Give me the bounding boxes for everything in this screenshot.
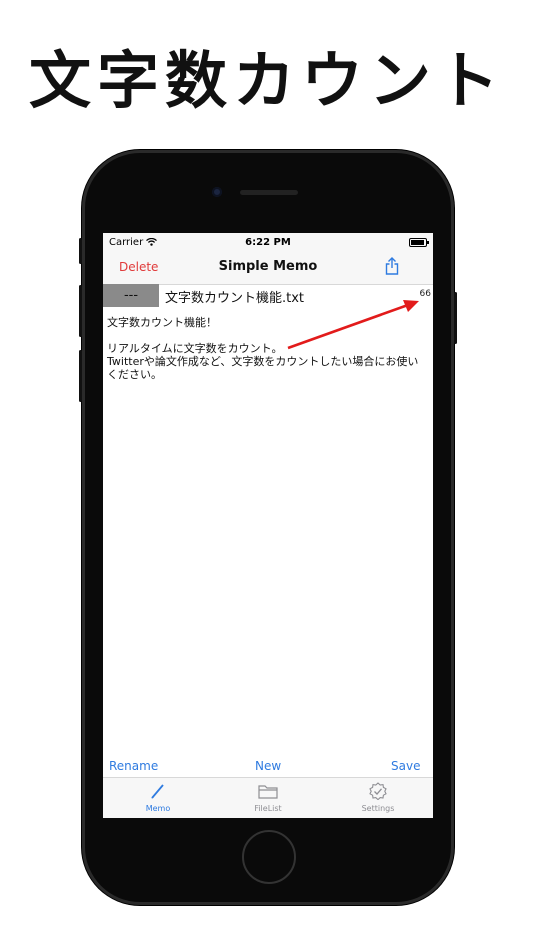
nav-title: Simple Memo xyxy=(218,259,318,274)
tab-label-memo: Memo xyxy=(145,804,171,813)
tab-bar: Memo FileList Settings xyxy=(103,777,433,818)
pencil-icon xyxy=(151,784,164,799)
power-button xyxy=(454,292,457,344)
share-button[interactable] xyxy=(385,257,399,279)
memo-text-area[interactable]: 文字数カウント機能！ リアルタイムに文字数をカウント。 Twitterや論文作成… xyxy=(107,316,429,381)
memo-line: Twitterや論文作成など、文字数をカウントしたい場合にお使い xyxy=(107,355,419,368)
rename-button[interactable]: Rename xyxy=(109,759,158,773)
volume-up-button xyxy=(79,285,82,337)
new-button[interactable]: New xyxy=(255,759,281,773)
memo-line: ください。 xyxy=(107,368,162,381)
battery-fill xyxy=(411,240,424,245)
folder-icon xyxy=(258,785,278,799)
earpiece-speaker xyxy=(240,190,298,195)
phone-frame: Carrier 6:22 PM Delete Simple Memo --- 文… xyxy=(79,150,457,905)
tab-filelist[interactable]: FileList xyxy=(213,782,323,813)
memo-line: 文字数カウント機能！ xyxy=(107,316,217,329)
save-button[interactable]: Save xyxy=(391,759,420,773)
promo-headline: 文字数カウント xyxy=(28,44,505,117)
tab-settings[interactable]: Settings xyxy=(323,782,433,813)
memo-line-blank xyxy=(107,329,429,342)
tab-memo[interactable]: Memo xyxy=(103,782,213,813)
gear-check-icon xyxy=(369,782,387,801)
mute-switch xyxy=(79,238,82,264)
bottom-actions: Rename New Save xyxy=(103,759,433,775)
app-screen: Carrier 6:22 PM Delete Simple Memo --- 文… xyxy=(103,233,433,818)
memo-line: リアルタイムに文字数をカウント。 xyxy=(107,342,283,355)
status-time: 6:22 PM xyxy=(245,237,291,248)
tab-label-filelist: FileList xyxy=(254,804,282,813)
share-icon xyxy=(385,257,399,275)
front-camera xyxy=(212,187,222,197)
battery-icon xyxy=(409,238,429,247)
status-bar: Carrier 6:22 PM xyxy=(103,233,433,251)
navigation-bar: Delete Simple Memo xyxy=(103,251,433,285)
home-button[interactable] xyxy=(242,830,296,884)
volume-down-button xyxy=(79,350,82,402)
tab-label-settings: Settings xyxy=(361,804,395,813)
